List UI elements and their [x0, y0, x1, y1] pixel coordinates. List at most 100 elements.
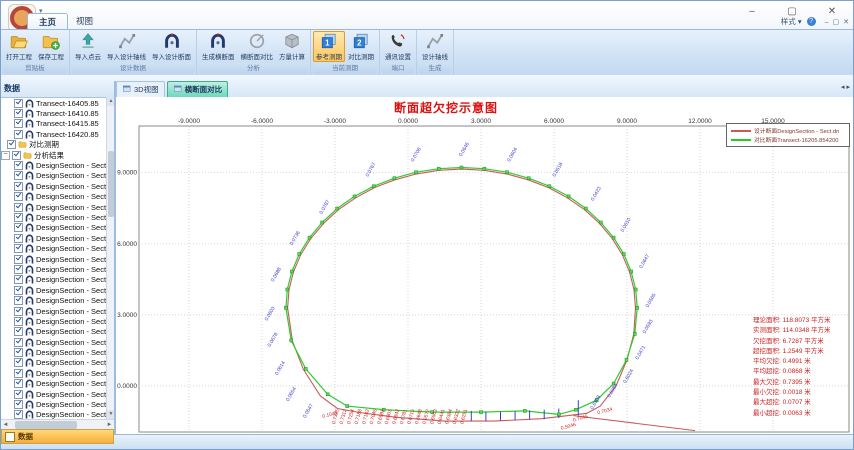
tree-item-DesignSection - Sect[interactable]: DesignSection - Sect: [1, 202, 106, 212]
tree-item-DesignSection - Sect[interactable]: DesignSection - Sect: [1, 285, 106, 295]
tree-checkbox[interactable]: [12, 151, 21, 160]
tree-checkbox[interactable]: [14, 255, 23, 264]
tree-checkbox[interactable]: [14, 275, 23, 284]
通讯设置-button[interactable]: 通讯设置: [382, 31, 414, 62]
tree-item-DesignSection - Sect[interactable]: DesignSection - Sect: [1, 306, 106, 316]
tree-checkbox[interactable]: [14, 234, 23, 243]
tree-item-DesignSection - Sect[interactable]: DesignSection - Sect: [1, 275, 106, 285]
tree-checkbox[interactable]: [14, 171, 23, 180]
tree-item-DesignSection - Sect[interactable]: DesignSection - Sect: [1, 223, 106, 233]
tunnel-section-icon: [25, 244, 34, 253]
tree-item-label: Transect-16415.85: [36, 119, 99, 128]
tree-item-DesignSection - Sect[interactable]: DesignSection - Sect: [1, 327, 106, 337]
tree-item-DesignSection - Sect[interactable]: DesignSection - Sect: [1, 379, 106, 389]
ribbon-group-name: 生成: [419, 63, 451, 74]
tree-checkbox[interactable]: [14, 327, 23, 336]
tree-item-对比测期[interactable]: 对比测期: [1, 140, 106, 150]
data-panel-tab[interactable]: 数据: [1, 429, 114, 444]
tree-item-DesignSection - Sect[interactable]: DesignSection - Sect: [1, 171, 106, 181]
ribbon-close-icon[interactable]: ✕: [843, 19, 849, 26]
tree-item-DesignSection - Sect[interactable]: DesignSection - Sect: [1, 368, 106, 378]
ribbon-tab-view[interactable]: 视图: [65, 13, 104, 29]
tree-item-DesignSection - Sect[interactable]: DesignSection - Sect: [1, 389, 106, 399]
ribbon-restore-icon[interactable]: ▢: [833, 19, 840, 26]
tree-item-DesignSection - Sect[interactable]: DesignSection - Sect: [1, 264, 106, 274]
tree-checkbox[interactable]: [14, 400, 23, 409]
tree-checkbox[interactable]: [14, 192, 23, 201]
tree-checkbox[interactable]: [14, 109, 23, 118]
tunnel-section-icon: [25, 234, 34, 243]
doc-tab-横断面对比[interactable]: 横断面对比: [167, 81, 229, 97]
tree-checkbox[interactable]: [14, 348, 23, 357]
horizontal-scroll-thumb[interactable]: [15, 421, 77, 429]
tree-item-Transect-16420.85[interactable]: Transect-16420.85: [1, 129, 106, 139]
tree-checkbox[interactable]: [14, 99, 23, 108]
tree-item-DesignSection - Sect[interactable]: DesignSection - Sect: [1, 160, 106, 170]
tree-item-DesignSection - Sect[interactable]: DesignSection - Sect: [1, 399, 106, 409]
tree-item-DesignSection - Sect[interactable]: DesignSection - Sect: [1, 316, 106, 326]
设计轴线-button[interactable]: 设计轴线: [419, 31, 451, 62]
style-dropdown[interactable]: 样式 ▾: [781, 16, 802, 27]
tree-item-label: Transect-16410.85: [36, 109, 99, 118]
doc-tab-3D视图[interactable]: 3D视图: [116, 81, 165, 97]
打开工程-button[interactable]: 打开工程: [3, 31, 35, 62]
tunnel-section-icon: [25, 192, 34, 201]
生成横断面-button[interactable]: 生成横断面: [199, 31, 238, 62]
tree-checkbox[interactable]: [14, 182, 23, 191]
chart-canvas: -9.0000-6.0000-3.00000.00003.00006.00009…: [116, 97, 854, 434]
参考测期-button[interactable]: 1参考测期: [313, 31, 345, 62]
tree-item-DesignSection - Sect[interactable]: DesignSection - Sect: [1, 254, 106, 264]
tunnel-section-icon: [25, 223, 34, 232]
tree-checkbox[interactable]: [14, 379, 23, 388]
tree-item-DesignSection - Sect[interactable]: DesignSection - Sect: [1, 295, 106, 305]
tree-item-DesignSection - Sect[interactable]: DesignSection - Sect: [1, 243, 106, 253]
help-icon[interactable]: ?: [807, 17, 816, 26]
tree-checkbox[interactable]: [14, 317, 23, 326]
tree-checkbox[interactable]: [14, 390, 23, 399]
tree-item-Transect-16405.85[interactable]: Transect-16405.85: [1, 98, 106, 108]
tree-checkbox[interactable]: [14, 307, 23, 316]
tree-item-DesignSection - Sect[interactable]: DesignSection - Sect: [1, 337, 106, 347]
tree-checkbox[interactable]: [14, 358, 23, 367]
ribbon: 打开工程保存工程剪贴板导入点云导入设计轴线导入设计断面设计数据生成横断面横断面对…: [1, 29, 854, 77]
tree-checkbox[interactable]: [14, 265, 23, 274]
保存工程-button[interactable]: 保存工程: [35, 31, 67, 62]
tree-checkbox[interactable]: [14, 223, 23, 232]
tree-item-DesignSection - Sect[interactable]: DesignSection - Sect: [1, 347, 106, 357]
tree-checkbox[interactable]: [14, 338, 23, 347]
tree-checkbox[interactable]: [14, 130, 23, 139]
tree-checkbox[interactable]: [14, 244, 23, 253]
导入点云-button[interactable]: 导入点云: [72, 31, 104, 62]
横断面对比-button[interactable]: 横断面对比: [238, 31, 277, 62]
tree-item-DesignSection - Sect[interactable]: DesignSection - Sect: [1, 192, 106, 202]
tree-item-label: 分析结果: [34, 150, 64, 161]
tree-item-DesignSection - Sect[interactable]: DesignSection - Sect: [1, 181, 106, 191]
导入设计断面-button[interactable]: 导入设计断面: [149, 31, 194, 62]
ribbon-tab-home[interactable]: 主页: [27, 13, 68, 30]
tree-item-label: DesignSection - Sect: [36, 338, 106, 347]
tree-checkbox[interactable]: [7, 140, 16, 149]
tree-item-DesignSection - Sect[interactable]: DesignSection - Sect: [1, 358, 106, 368]
tree-item-label: DesignSection - Sect: [36, 244, 106, 253]
方量计算-button[interactable]: 方量计算: [276, 31, 308, 62]
ribbon-button-label: 导入点云: [75, 51, 101, 61]
ribbon-minimize-icon[interactable]: –: [825, 19, 829, 26]
tree-checkbox[interactable]: [14, 296, 23, 305]
tree-item-DesignSection - Sect[interactable]: DesignSection - Sect: [1, 233, 106, 243]
expander-icon[interactable]: −: [1, 151, 10, 160]
导入设计轴线-button[interactable]: 导入设计轴线: [104, 31, 149, 62]
tree-checkbox[interactable]: [14, 286, 23, 295]
next-tab-button[interactable]: ▸: [846, 84, 852, 91]
tree-item-DesignSection - Sect[interactable]: DesignSection - Sect: [1, 212, 106, 222]
tree-checkbox[interactable]: [14, 203, 23, 212]
stat-line: 欠挖面积: 6.7287 平方米: [753, 337, 831, 347]
tree-checkbox[interactable]: [14, 369, 23, 378]
tree-checkbox[interactable]: [14, 119, 23, 128]
tree-checkbox[interactable]: [14, 213, 23, 222]
tree-checkbox[interactable]: [14, 161, 23, 170]
tree-item-Transect-16410.85[interactable]: Transect-16410.85: [1, 108, 106, 118]
tree-item-分析结果[interactable]: − 分析结果: [1, 150, 106, 160]
minimize-button[interactable]: –: [739, 5, 765, 19]
对比测期-button[interactable]: 2对比测期: [345, 31, 377, 62]
tree-item-Transect-16415.85[interactable]: Transect-16415.85: [1, 119, 106, 129]
